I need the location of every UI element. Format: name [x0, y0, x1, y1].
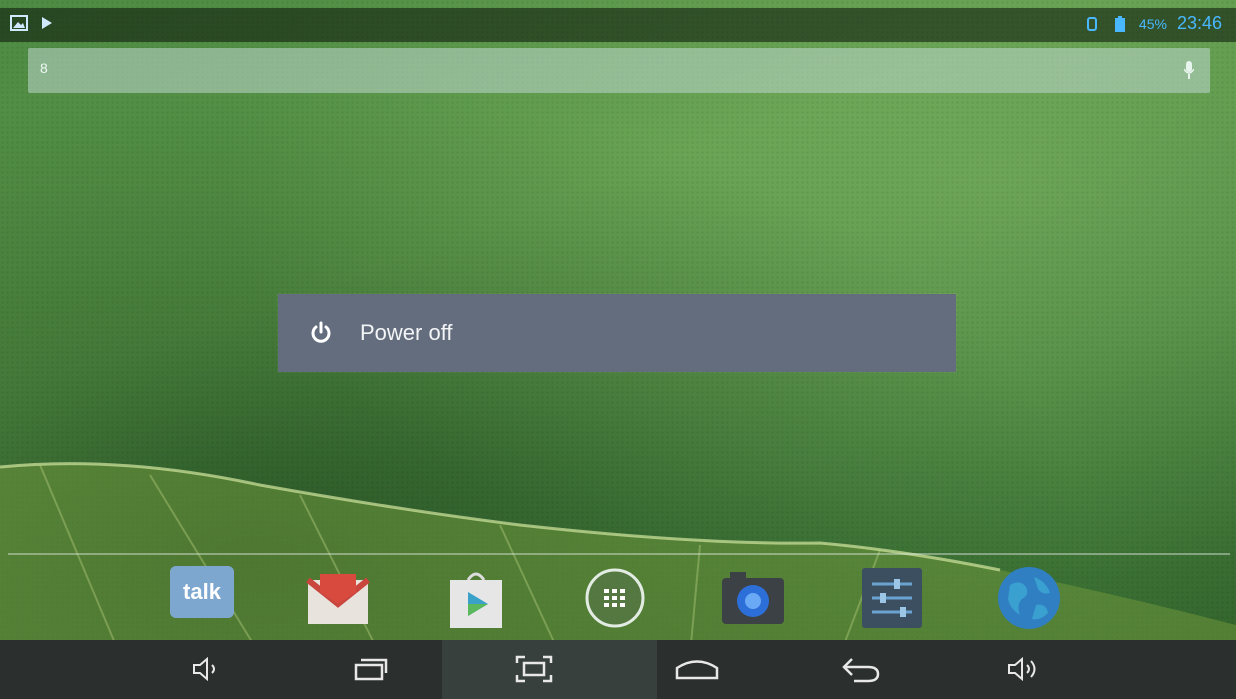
- notification-area[interactable]: [10, 14, 56, 32]
- clock: 23:46: [1176, 13, 1222, 33]
- screenshot-button[interactable]: [509, 652, 559, 686]
- volume-up-icon: [1008, 656, 1036, 682]
- recent-apps-icon: [354, 658, 388, 681]
- navigation-bar: [0, 640, 1236, 699]
- play-icon: [38, 14, 56, 32]
- home-icon: [675, 660, 719, 680]
- dock: talk: [0, 560, 1236, 638]
- talk-app-icon[interactable]: talk: [170, 566, 234, 618]
- browser-app-icon[interactable]: [996, 565, 1062, 631]
- app-drawer-icon[interactable]: [582, 565, 648, 631]
- battery-icon: [1111, 15, 1129, 33]
- power-off-option[interactable]: Power off: [278, 294, 956, 372]
- talk-label: talk: [183, 579, 221, 604]
- home-screen: 45% 23:46 8 Power off talk: [0, 0, 1236, 699]
- volume-up-button[interactable]: [998, 652, 1048, 686]
- camera-app-icon[interactable]: [720, 565, 786, 631]
- power-icon: [308, 320, 334, 346]
- back-icon: [842, 658, 880, 683]
- volume-down-button[interactable]: [181, 652, 231, 686]
- power-off-label: Power off: [360, 320, 453, 345]
- home-button[interactable]: [672, 652, 722, 686]
- battery-percent: 45%: [1138, 15, 1167, 32]
- play-store-icon[interactable]: [443, 565, 509, 631]
- status-bar: 45% 23:46: [0, 8, 1236, 42]
- system-status[interactable]: 45% 23:46: [1083, 13, 1222, 34]
- settings-app-icon[interactable]: [859, 565, 925, 631]
- back-button[interactable]: [836, 652, 886, 686]
- dock-divider: [8, 553, 1230, 555]
- screenshot-icon: [515, 655, 553, 683]
- recent-apps-button[interactable]: [346, 652, 396, 686]
- device-icon: [1083, 15, 1101, 33]
- volume-down-icon: [193, 657, 215, 681]
- gallery-icon: [10, 14, 28, 32]
- search-hint: 8: [40, 60, 48, 76]
- microphone-icon[interactable]: [1183, 61, 1195, 83]
- gmail-app-icon[interactable]: [305, 565, 371, 631]
- google-search-bar[interactable]: 8: [28, 48, 1210, 93]
